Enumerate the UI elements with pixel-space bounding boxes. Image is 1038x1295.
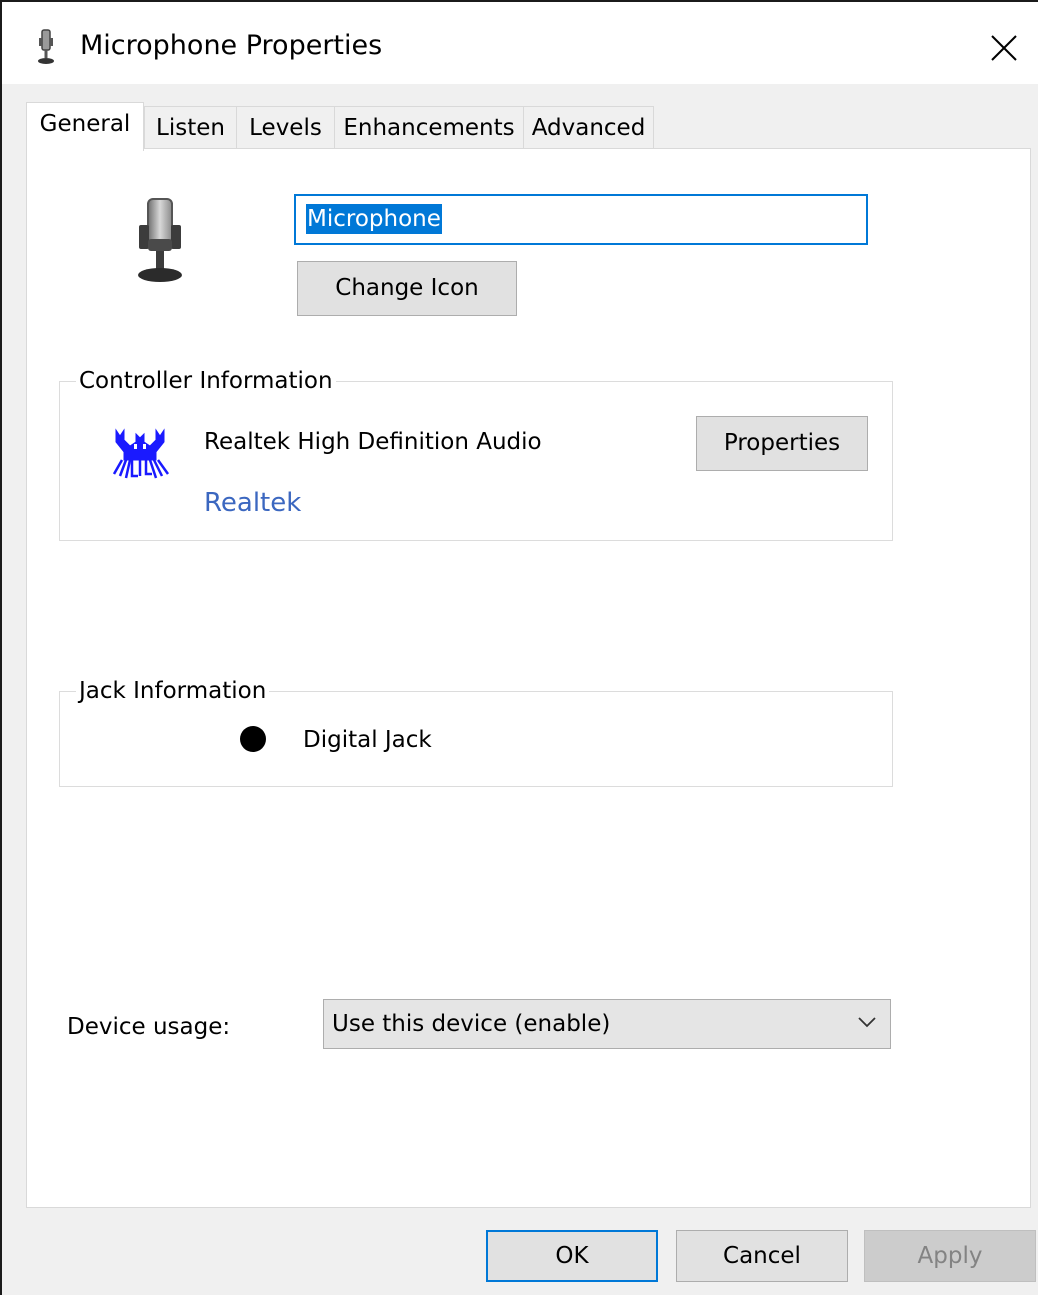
cancel-button[interactable]: Cancel: [676, 1230, 848, 1282]
device-name-value: Microphone: [306, 204, 442, 234]
device-name-input[interactable]: Microphone: [294, 194, 868, 245]
window-title: Microphone Properties: [80, 30, 383, 61]
tab-general[interactable]: General: [26, 102, 144, 151]
apply-button[interactable]: Apply: [864, 1230, 1036, 1282]
properties-button[interactable]: Properties: [696, 416, 868, 471]
microphone-icon: [38, 29, 54, 64]
jack-label: Digital Jack: [303, 727, 432, 753]
microphone-icon: [138, 198, 182, 282]
general-tab-panel: Microphone Change Icon Controller Inform…: [26, 148, 1031, 1208]
jack-information-label: Jack Information: [76, 678, 270, 704]
tab-listen[interactable]: Listen: [144, 106, 237, 148]
close-icon: [991, 35, 1017, 61]
controller-name: Realtek High Definition Audio: [204, 429, 542, 455]
device-usage-select[interactable]: Use this device (enable): [323, 999, 891, 1049]
controller-information-group: Controller Information Realtek High Defi…: [59, 368, 893, 541]
controller-information-label: Controller Information: [76, 368, 336, 394]
chevron-down-icon: [858, 1017, 876, 1028]
realtek-logo-icon: [112, 428, 170, 479]
close-button[interactable]: [978, 24, 1030, 72]
tab-levels[interactable]: Levels: [236, 106, 335, 148]
controller-vendor-link[interactable]: Realtek: [204, 488, 301, 518]
tab-advanced[interactable]: Advanced: [523, 106, 654, 148]
device-usage-label: Device usage:: [67, 1014, 231, 1040]
change-icon-button[interactable]: Change Icon: [297, 261, 517, 316]
device-usage-value: Use this device (enable): [332, 1011, 611, 1037]
tab-enhancements[interactable]: Enhancements: [334, 106, 524, 148]
title-bar: Microphone Properties: [2, 2, 1038, 84]
ok-button[interactable]: OK: [486, 1230, 658, 1282]
microphone-properties-dialog: Microphone Properties General Listen Lev…: [0, 0, 1038, 1295]
jack-color-dot-icon: [240, 726, 266, 752]
jack-information-group: Jack Information Digital Jack: [59, 678, 893, 787]
